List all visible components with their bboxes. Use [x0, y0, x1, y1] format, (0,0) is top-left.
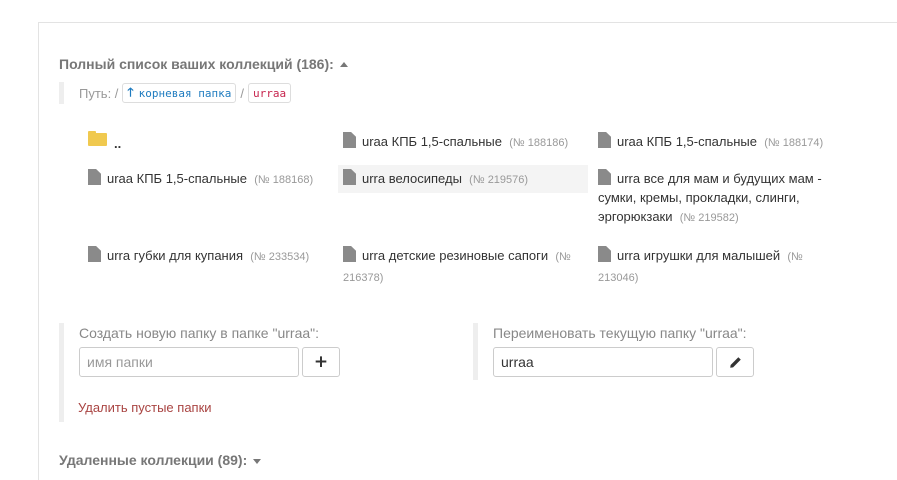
rename-folder-input[interactable] [493, 347, 713, 377]
current-folder-chip: urraa [248, 83, 292, 103]
item-number: (№ 188186) [509, 137, 569, 149]
file-icon [343, 246, 356, 262]
root-folder-label: корневая папка [138, 86, 232, 100]
folder-up-label: .. [114, 136, 122, 151]
form-sidebar-bar [59, 380, 64, 422]
deleted-collections-title: Удаленные коллекции (89): [59, 452, 248, 468]
folder-up-item[interactable]: .. [88, 131, 328, 153]
collapse-caret-icon[interactable] [339, 61, 348, 67]
file-icon [598, 169, 611, 185]
delete-empty-folders-link[interactable]: Удалить пустые папки [78, 400, 212, 415]
item-number: (№ 188168) [254, 174, 314, 186]
collections-header[interactable]: Полный список ваших коллекций (186): [59, 56, 348, 72]
file-icon [343, 169, 356, 185]
root-folder-link[interactable]: 🡑 корневая папка [122, 83, 237, 103]
file-icon [343, 132, 356, 148]
rename-folder-form: Переименовать текущую папку "urraa": [473, 323, 873, 380]
item-number: (№ 188174) [764, 137, 824, 149]
arrow-up-icon: 🡑 [127, 84, 134, 99]
list-item[interactable]: urra детские резиновые сапоги (№ 216378) [343, 246, 588, 288]
rename-folder-label: Переименовать текущую папку "urraa": [493, 325, 747, 341]
create-folder-label: Создать новую папку в папке "urraa": [79, 325, 319, 341]
item-name: urra детские резиновые сапоги [362, 248, 549, 263]
item-number: (№ 219582) [679, 212, 739, 224]
list-item[interactable]: urra губки для купания (№ 233534) [88, 246, 333, 267]
new-folder-name-input[interactable] [79, 347, 299, 377]
plus-icon: + [313, 352, 329, 372]
folder-icon [88, 131, 107, 146]
item-name: urra игрушки для малышей [617, 248, 781, 263]
create-folder-form: Создать новую папку в папке "urraa": + [59, 323, 459, 380]
pencil-icon [729, 356, 741, 368]
list-item[interactable]: urra все для мам и будущих мам - сумки, … [598, 169, 838, 228]
file-icon [88, 246, 101, 262]
item-number: (№ 233534) [250, 251, 310, 263]
collections-title: Полный список ваших коллекций (186): [59, 56, 334, 72]
list-item-hovered[interactable]: urra велосипеды (№ 219576) [338, 165, 588, 193]
item-name: urra велосипеды [362, 171, 462, 186]
file-icon [598, 246, 611, 262]
list-item[interactable]: uraa КПБ 1,5-спальные (№ 188168) [88, 169, 333, 190]
list-item[interactable]: urra игрушки для малышей (№ 213046) [598, 246, 838, 288]
breadcrumb: Путь: / 🡑 корневая папка / urraa [59, 82, 292, 104]
expand-caret-icon[interactable] [253, 458, 262, 464]
item-name: uraa КПБ 1,5-спальные [617, 134, 757, 149]
item-name: uraa КПБ 1,5-спальные [107, 171, 247, 186]
item-number: (№ 219576) [469, 174, 529, 186]
item-name: urra губки для купания [107, 248, 244, 263]
list-item[interactable]: uraa КПБ 1,5-спальные (№ 188186) [343, 132, 588, 153]
file-icon [88, 169, 101, 185]
deleted-collections-header[interactable]: Удаленные коллекции (89): [59, 452, 262, 468]
rename-folder-button[interactable] [716, 347, 754, 377]
file-icon [598, 132, 611, 148]
list-item[interactable]: uraa КПБ 1,5-спальные (№ 188174) [598, 132, 843, 153]
add-folder-button[interactable]: + [302, 347, 340, 377]
path-label: Путь: / [79, 85, 119, 101]
item-name: uraa КПБ 1,5-спальные [362, 134, 502, 149]
path-separator: / [240, 85, 244, 101]
